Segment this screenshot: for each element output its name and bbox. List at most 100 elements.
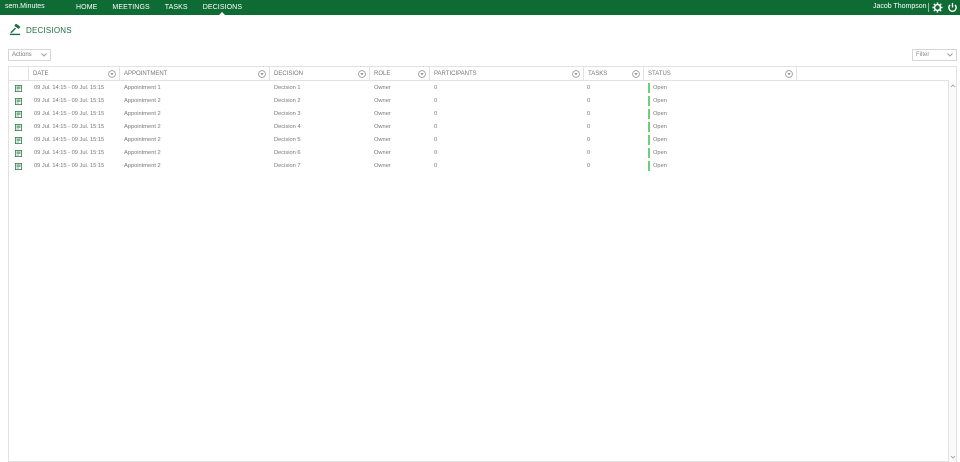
- column-header-role[interactable]: ROLE: [370, 67, 430, 81]
- cell-date: 09 Jul. 14:15 - 09 Jul. 15:15: [34, 98, 105, 104]
- cell-appointment: Appointment 2: [124, 111, 161, 117]
- cell-participants: 0: [434, 85, 438, 91]
- status-indicator: [648, 148, 650, 158]
- status-indicator: [648, 161, 650, 171]
- filter-icon[interactable]: [785, 70, 793, 78]
- cell-decision: Decision 1: [274, 85, 301, 91]
- table-row[interactable]: 09 Jul. 14:15 - 09 Jul. 15:15 Appointment…: [9, 147, 949, 160]
- cell-tasks: 0: [587, 98, 591, 104]
- cell-decision: Decision 5: [274, 137, 301, 143]
- cell-participants: 0: [434, 98, 438, 104]
- table-row[interactable]: 09 Jul. 14:15 - 09 Jul. 15:15 Appointment…: [9, 134, 949, 147]
- nav-meetings[interactable]: MEETINGS: [112, 0, 149, 15]
- document-icon[interactable]: [15, 137, 22, 144]
- cell-appointment: Appointment 2: [124, 163, 161, 169]
- column-header-tasks[interactable]: TASKS: [584, 67, 644, 81]
- table-row[interactable]: 09 Jul. 14:15 - 09 Jul. 15:15 Appointment…: [9, 108, 949, 121]
- cell-role: Owner: [374, 85, 391, 91]
- column-label: DECISION: [274, 71, 304, 77]
- status-indicator: [648, 83, 650, 93]
- document-icon[interactable]: [15, 163, 22, 170]
- column-header-appointment[interactable]: APPOINTMENT: [120, 67, 270, 81]
- nav-tasks[interactable]: TASKS: [165, 0, 188, 15]
- app-brand[interactable]: sem.Minutes: [5, 3, 45, 10]
- cell-role: Owner: [374, 137, 391, 143]
- filter-label: Filter: [916, 52, 930, 58]
- filter-icon[interactable]: [632, 70, 640, 78]
- status-indicator: [648, 122, 650, 132]
- nav-home[interactable]: HOME: [76, 0, 97, 15]
- cell-date: 09 Jul. 14:15 - 09 Jul. 15:15: [34, 150, 105, 156]
- cell-date: 09 Jul. 14:15 - 09 Jul. 15:15: [34, 163, 105, 169]
- actions-label: Actions: [12, 52, 32, 58]
- cell-role: Owner: [374, 124, 391, 130]
- column-header-decision[interactable]: DECISION: [270, 67, 370, 81]
- cell-appointment: Appointment 2: [124, 137, 161, 143]
- main-nav: HOME MEETINGS TASKS DECISIONS: [76, 0, 257, 15]
- cell-status: Open: [653, 85, 667, 91]
- actions-dropdown[interactable]: Actions: [8, 49, 51, 61]
- cell-decision: Decision 3: [274, 111, 301, 117]
- column-label: STATUS: [648, 71, 671, 77]
- scroll-down-icon[interactable]: [950, 454, 956, 460]
- filter-icon[interactable]: [418, 70, 426, 78]
- cell-participants: 0: [434, 111, 438, 117]
- cell-participants: 0: [434, 163, 438, 169]
- column-label: ROLE: [374, 71, 391, 77]
- cell-role: Owner: [374, 98, 391, 104]
- cell-tasks: 0: [587, 163, 591, 169]
- column-label: DATE: [33, 71, 49, 77]
- power-icon[interactable]: [947, 2, 958, 13]
- page-header: DECISIONS: [9, 23, 72, 37]
- document-icon[interactable]: [15, 150, 22, 157]
- cell-decision: Decision 6: [274, 150, 301, 156]
- document-icon[interactable]: [15, 85, 22, 92]
- chevron-down-icon: [41, 53, 47, 57]
- filter-icon[interactable]: [108, 70, 116, 78]
- status-indicator: [648, 135, 650, 145]
- cell-date: 09 Jul. 14:15 - 09 Jul. 15:15: [34, 137, 105, 143]
- chevron-down-icon: [947, 53, 953, 57]
- cell-tasks: 0: [587, 150, 591, 156]
- cell-appointment: Appointment 2: [124, 124, 161, 130]
- cell-participants: 0: [434, 150, 438, 156]
- cell-date: 09 Jul. 14:15 - 09 Jul. 15:15: [34, 85, 105, 91]
- column-header-participants[interactable]: PARTICIPANTS: [430, 67, 584, 81]
- filter-icon[interactable]: [572, 70, 580, 78]
- cell-decision: Decision 2: [274, 98, 301, 104]
- cell-tasks: 0: [587, 111, 591, 117]
- scroll-up-icon[interactable]: [950, 83, 956, 89]
- column-header-date[interactable]: DATE: [29, 67, 120, 81]
- cell-role: Owner: [374, 163, 391, 169]
- cell-status: Open: [653, 150, 667, 156]
- user-name[interactable]: Jacob Thompson: [873, 3, 927, 10]
- nav-decisions[interactable]: DECISIONS: [203, 0, 242, 15]
- cell-decision: Decision 4: [274, 124, 301, 130]
- decisions-table: DATE APPOINTMENT DECISION ROLE PARTICIPA…: [8, 66, 957, 462]
- cell-status: Open: [653, 163, 667, 169]
- document-icon[interactable]: [15, 111, 22, 118]
- cell-participants: 0: [434, 137, 438, 143]
- cell-appointment: Appointment 2: [124, 98, 161, 104]
- gear-icon[interactable]: [932, 2, 943, 13]
- document-icon[interactable]: [15, 124, 22, 131]
- table-body: 09 Jul. 14:15 - 09 Jul. 15:15 Appointment…: [9, 82, 949, 173]
- page-title: DECISIONS: [26, 25, 72, 35]
- filter-icon[interactable]: [258, 70, 266, 78]
- cell-date: 09 Jul. 14:15 - 09 Jul. 15:15: [34, 111, 105, 117]
- table-row[interactable]: 09 Jul. 14:15 - 09 Jul. 15:15 Appointment…: [9, 160, 949, 173]
- cell-status: Open: [653, 111, 667, 117]
- cell-status: Open: [653, 137, 667, 143]
- cell-appointment: Appointment 2: [124, 150, 161, 156]
- cell-participants: 0: [434, 124, 438, 130]
- table-row[interactable]: 09 Jul. 14:15 - 09 Jul. 15:15 Appointment…: [9, 95, 949, 108]
- column-label: PARTICIPANTS: [434, 71, 477, 77]
- column-header-status[interactable]: STATUS: [644, 67, 797, 81]
- filter-icon[interactable]: [358, 70, 366, 78]
- cell-tasks: 0: [587, 137, 591, 143]
- table-row[interactable]: 09 Jul. 14:15 - 09 Jul. 15:15 Appointment…: [9, 82, 949, 95]
- filter-dropdown[interactable]: Filter: [912, 49, 957, 61]
- vertical-scrollbar[interactable]: [948, 81, 956, 462]
- table-row[interactable]: 09 Jul. 14:15 - 09 Jul. 15:15 Appointment…: [9, 121, 949, 134]
- document-icon[interactable]: [15, 98, 22, 105]
